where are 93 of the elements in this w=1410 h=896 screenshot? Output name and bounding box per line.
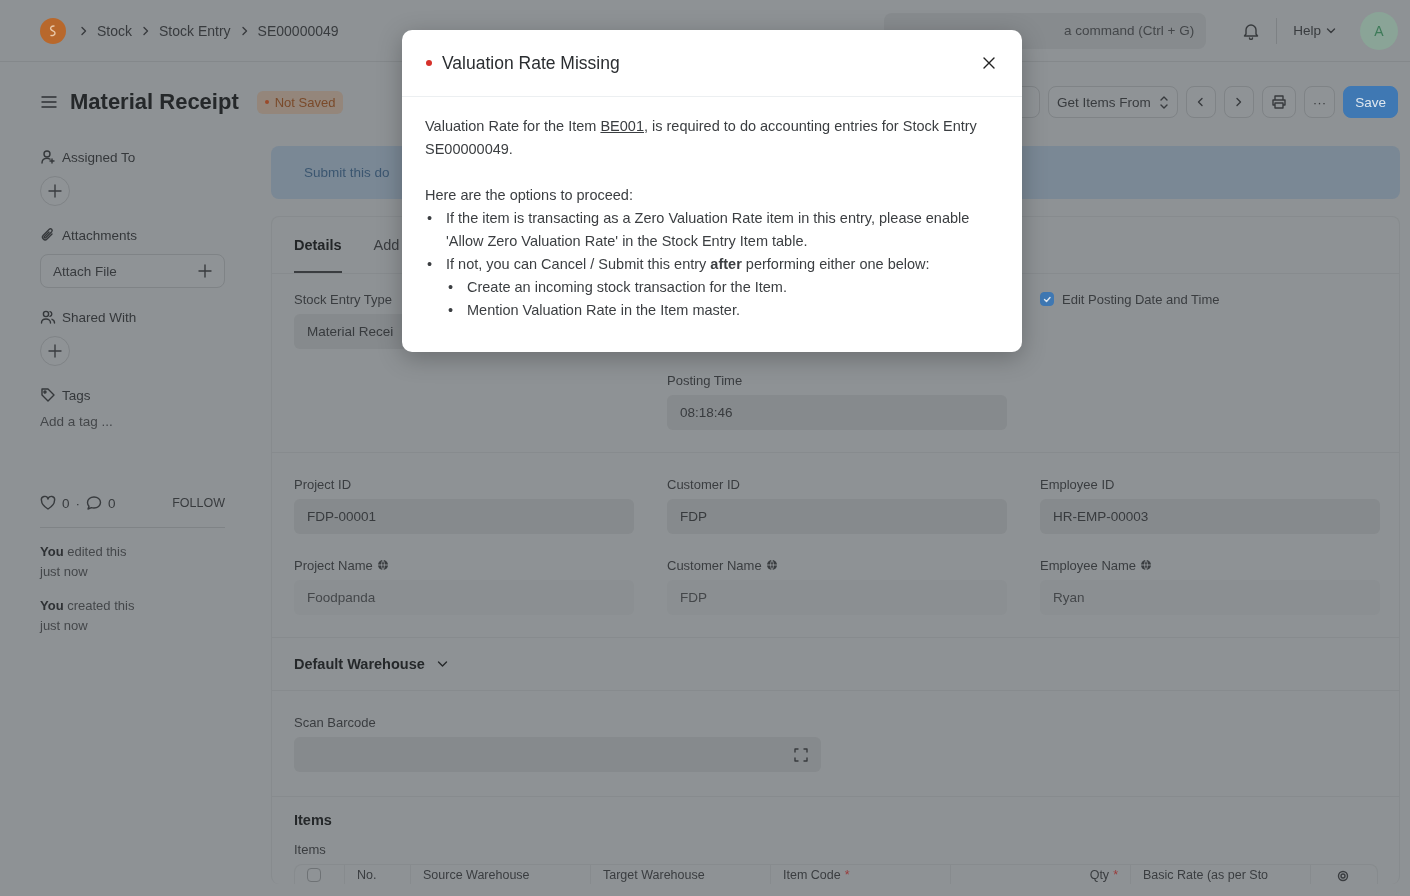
save-button[interactable]: Save (1343, 86, 1398, 118)
option-text: Mention Valuation Rate in the Item master. (467, 301, 740, 320)
app-logo[interactable] (40, 17, 66, 44)
breadcrumb-link[interactable]: Stock (97, 22, 132, 39)
plus-icon (198, 264, 212, 278)
separator-dot: · (75, 495, 80, 511)
assign-button[interactable] (40, 176, 70, 206)
globe-icon (376, 559, 389, 571)
input-field[interactable]: FDP (667, 580, 1007, 615)
printer-icon (1270, 94, 1287, 110)
column-header: Target Warehouse (591, 865, 771, 884)
globe-icon (765, 559, 778, 571)
people-icon (40, 309, 56, 325)
input-field[interactable]: FDP (667, 499, 1007, 534)
status-dot (426, 60, 432, 66)
select-all-checkbox[interactable] (307, 868, 321, 882)
section-heading: Items (294, 812, 333, 828)
more-button[interactable]: ··· (1303, 86, 1336, 118)
section-title: Shared With (62, 309, 137, 325)
table-label: Items (294, 840, 327, 858)
page-title: Material Receipt (70, 89, 239, 115)
get-items-button[interactable]: Get Items From (1047, 86, 1178, 118)
column-header: Source Warehouse (411, 865, 591, 884)
field-label: Project Name (294, 556, 634, 574)
field-label: Customer Name (667, 556, 1007, 574)
attach-file-button[interactable]: Attach File (40, 254, 225, 288)
section-toggle[interactable]: Default Warehouse (294, 656, 1377, 690)
add-tag-field[interactable]: Add a tag ... (40, 414, 225, 429)
bullet: • (426, 209, 434, 228)
field-label: Project ID (294, 475, 353, 493)
input-field[interactable]: HR-EMP-00003 (1040, 499, 1380, 534)
person-plus-icon (40, 149, 56, 165)
section-title: Attachments (62, 227, 138, 243)
form-tab[interactable]: Details (294, 217, 342, 273)
section-title: Tags (62, 387, 91, 403)
item-link[interactable]: BE001 (600, 118, 644, 134)
tag-icon (40, 387, 56, 403)
chevron-right-icon (1235, 97, 1243, 107)
form-tab[interactable]: Add (373, 217, 400, 273)
chevron-right-icon (240, 25, 248, 36)
print-button[interactable] (1261, 86, 1296, 118)
paperclip-icon (40, 227, 56, 243)
input-field[interactable]: 08:18:46 (667, 395, 1007, 430)
field-label: Employee ID (1040, 475, 1116, 493)
option-text: Create an incoming stock transaction for the Item. (467, 278, 787, 297)
close-icon (982, 56, 996, 70)
field-label: Posting Time (667, 371, 744, 389)
chevron-right-icon (142, 25, 149, 36)
help-menu[interactable]: Help (1293, 23, 1336, 38)
breadcrumb-link[interactable]: SE00000049 (257, 22, 339, 39)
input-field[interactable]: Foodpanda (294, 580, 634, 615)
user-avatar[interactable]: A (1360, 11, 1398, 50)
bullet: • (447, 278, 455, 297)
check-icon (1043, 295, 1051, 303)
breadcrumb-link[interactable]: Stock Entry (159, 22, 231, 39)
column-header: No. (345, 865, 411, 884)
input-field[interactable]: FDP-00001 (294, 499, 634, 534)
field-label: Customer ID (667, 475, 741, 493)
field-label: Stock Entry Type (294, 290, 394, 308)
option-text: If the item is transacting as a Zero Valuation Rate item in this entry, please enable 'Allow Zero Valuation Rate' in the Stock Entry Item table. (446, 209, 971, 251)
input-field[interactable]: Ryan (1040, 580, 1380, 615)
follow-link[interactable]: FOLLOW (172, 496, 225, 510)
field-label: Employee Name (1040, 556, 1380, 574)
heart-icon[interactable] (40, 495, 56, 511)
comment-count: 0 (108, 495, 116, 511)
barcode-field[interactable] (294, 737, 821, 772)
plus-icon (48, 344, 62, 358)
menu-icon[interactable] (40, 93, 58, 111)
checkbox[interactable] (1040, 292, 1054, 306)
share-button[interactable] (40, 336, 70, 366)
activity-entry: You created this just now (40, 597, 136, 635)
chevron-right-icon (80, 25, 87, 36)
option-text: If not, you can Cancel / Submit this entry after performing either one below: (446, 255, 930, 274)
bullet: • (447, 301, 455, 320)
field-label: Scan Barcode (294, 713, 377, 731)
activity-entry: You edited this just now (40, 543, 128, 581)
comment-icon[interactable] (86, 495, 102, 511)
column-header: Basic Rate (as per Sto (1131, 865, 1311, 884)
chevron-down-icon (1326, 27, 1336, 34)
sort-icon (1158, 95, 1169, 109)
column-header: Qty * (951, 865, 1131, 884)
status-badge: Not Saved (256, 90, 344, 114)
dialog-title: Valuation Rate Missing (442, 52, 620, 74)
checkbox-row[interactable]: Edit Posting Date and Time (1040, 290, 1380, 308)
chevron-left-icon (1197, 97, 1205, 107)
plus-icon (48, 184, 62, 198)
bullet: • (426, 255, 434, 274)
like-count: 0 (62, 495, 70, 511)
column-header: Item Code * (771, 865, 951, 884)
globe-icon (1140, 559, 1153, 571)
section-title: Assigned To (62, 149, 136, 165)
bell-icon[interactable] (1242, 21, 1261, 40)
scan-icon[interactable] (794, 747, 808, 762)
